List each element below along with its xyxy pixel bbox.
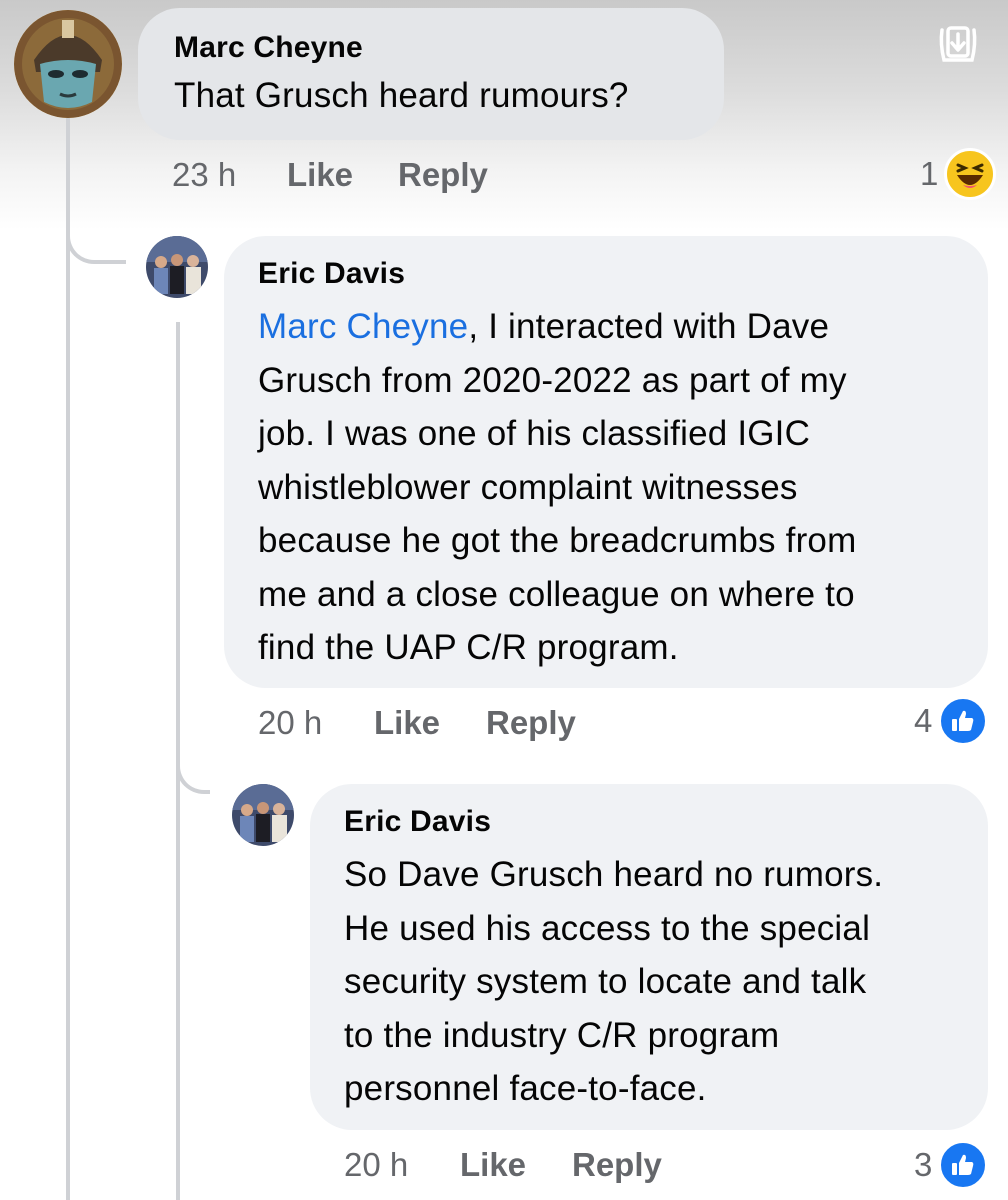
comment-line: Grusch from 2020-2022 as part of my	[258, 360, 847, 400]
comment-time[interactable]: 20 h	[258, 704, 322, 742]
comment-line: me and a close colleague on where to	[258, 574, 855, 614]
thread-connector-reply-1	[66, 200, 126, 264]
reaction-summary[interactable]: 4	[914, 696, 989, 746]
comment-line: Marc Cheyne, I interacted with Dave	[258, 300, 988, 354]
like-thumb-icon	[938, 1140, 989, 1190]
comment-line: personnel face-to-face.	[344, 1069, 707, 1108]
haha-emoji-icon	[944, 148, 997, 200]
like-thumb-icon	[938, 696, 989, 746]
comment-line-text: , I interacted with Dave	[468, 307, 830, 346]
like-button[interactable]: Like	[374, 704, 440, 742]
comment-line: job. I was one of his classified IGIC	[258, 414, 811, 453]
thread-connector-reply-2	[176, 740, 210, 794]
haha-emoji-glyph	[956, 163, 984, 188]
comment-meta: 23 h Like Reply	[172, 156, 572, 196]
avatar[interactable]	[14, 10, 122, 118]
avatar-image	[232, 784, 294, 846]
comment-author[interactable]: Eric Davis	[344, 804, 988, 840]
reaction-count: 3	[914, 1146, 933, 1183]
reply-button[interactable]: Reply	[572, 1146, 662, 1184]
save-icon[interactable]	[938, 24, 978, 64]
comment-text: So Dave Grusch heard no rumors. He used …	[344, 848, 988, 1116]
reply-button[interactable]: Reply	[398, 156, 488, 194]
comment-author[interactable]: Marc Cheyne	[174, 30, 724, 66]
save-icon-glyph	[939, 26, 977, 62]
avatar-image	[14, 10, 122, 118]
avatar-image	[146, 236, 208, 298]
comment-author[interactable]: Eric Davis	[258, 256, 988, 292]
avatar[interactable]	[146, 236, 208, 298]
reaction-count: 4	[914, 702, 933, 739]
like-thumb-glyph	[952, 1154, 974, 1175]
comment-time[interactable]: 23 h	[172, 156, 236, 194]
mention-link[interactable]: Marc Cheyne	[258, 307, 468, 346]
comment-line: He used his access to the special	[344, 908, 871, 948]
like-thumb-glyph	[952, 710, 974, 731]
reaction-summary[interactable]: 1	[920, 148, 997, 200]
thread-line-main	[66, 118, 70, 1200]
comment-time[interactable]: 20 h	[344, 1146, 408, 1184]
comment-bubble: Eric Davis So Dave Grusch heard no rumor…	[310, 784, 988, 1130]
comment-line: because he got the breadcrumbs from	[258, 521, 857, 560]
like-button[interactable]: Like	[287, 156, 353, 194]
comment-line: security system to locate and talk	[344, 962, 867, 1001]
comment-line: to the industry C/R program	[344, 1015, 780, 1055]
comment-line: whistleblower complaint witnesses	[258, 467, 798, 507]
reply-button[interactable]: Reply	[486, 704, 576, 742]
comment-meta: 20 h Like Reply	[258, 704, 658, 744]
avatar[interactable]	[232, 784, 294, 846]
comment-text: That Grusch heard rumours?	[174, 76, 629, 115]
reaction-count: 1	[920, 155, 939, 192]
comment-text: Marc Cheyne, I interacted with Dave Grus…	[258, 300, 988, 675]
comment-line: find the UAP C/R program.	[258, 628, 679, 667]
comment-bubble: Marc Cheyne That Grusch heard rumours?	[138, 8, 724, 140]
like-button[interactable]: Like	[460, 1146, 526, 1184]
comment-meta: 20 h Like Reply	[344, 1146, 744, 1186]
reaction-summary[interactable]: 3	[914, 1140, 989, 1190]
comment-bubble: Eric Davis Marc Cheyne, I interacted wit…	[224, 236, 988, 688]
comment-line: So Dave Grusch heard no rumors.	[344, 855, 884, 894]
